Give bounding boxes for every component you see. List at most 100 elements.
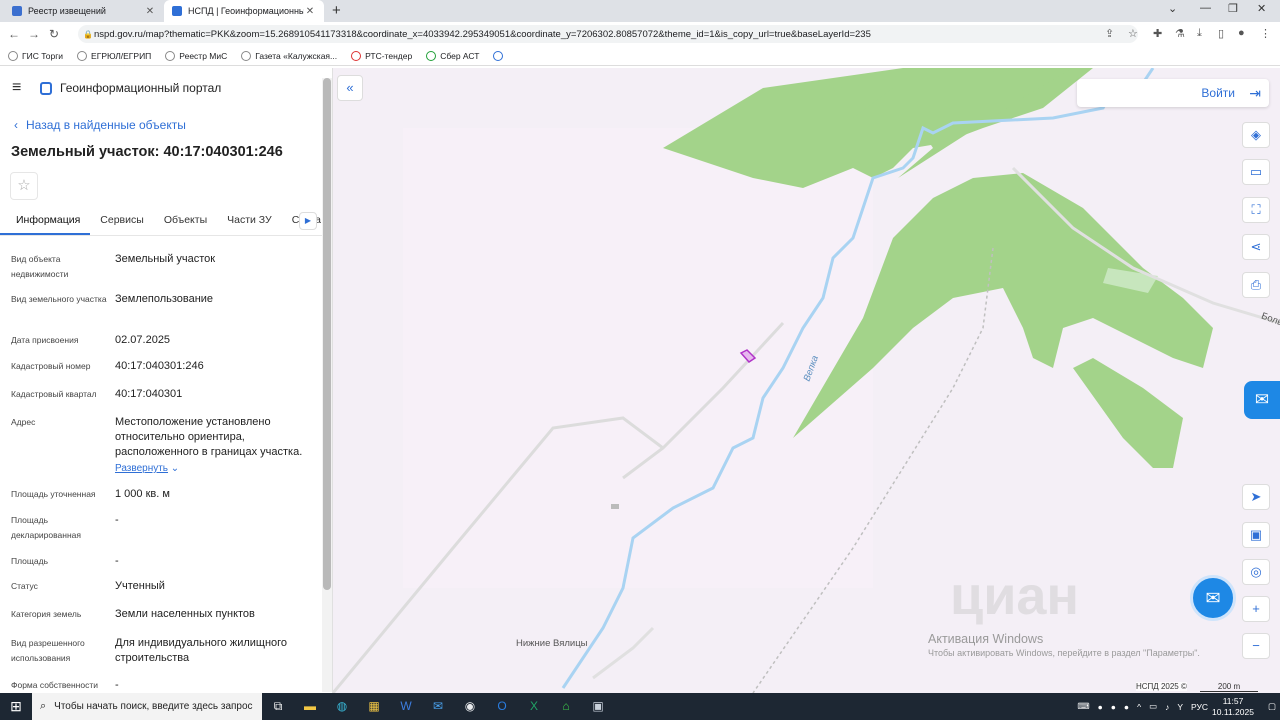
portal-title: Геоинформационный портал (60, 81, 222, 95)
bookmark-item[interactable]: ЕГРЮЛ/ЕГРИП (77, 50, 151, 61)
share-icon[interactable]: ⋖ (1242, 234, 1270, 260)
tray-app-icon[interactable]: ● (1111, 702, 1116, 712)
minimize-button[interactable]: — (1200, 2, 1211, 14)
bookmark-icon (165, 50, 176, 61)
yandex-icon[interactable]: Y (1177, 702, 1183, 712)
bookmarks-bar: ГИС Торги ЕГРЮЛ/ЕГРИП Реестр МиС Газета … (0, 46, 1280, 66)
show-hidden-icons[interactable]: ^ (1137, 702, 1141, 712)
notifications-icon[interactable]: ▢ (1268, 701, 1276, 712)
login-button[interactable]: Войти ⇥ (1077, 79, 1269, 107)
bookmark-icon (8, 50, 18, 61)
site-favicon-icon (12, 6, 22, 16)
browser-tab-active[interactable]: НСПД | Геоинформационный п ✕ (164, 0, 324, 22)
restore-button[interactable]: ❐ (1228, 2, 1238, 15)
panel-header: ≡ Геоинформационный портал (0, 68, 332, 108)
map-canvas[interactable]: Нижние Вялицы Вепка Боль (333, 68, 1280, 693)
tabs-scroll-right-icon[interactable]: ▶ (299, 212, 317, 230)
app-photo-icon[interactable]: ▣ (582, 693, 614, 720)
language-indicator[interactable]: РУС (1191, 702, 1208, 712)
tab-search-icon[interactable]: ⌄ (1168, 2, 1177, 15)
tray-app-icon[interactable]: ● (1098, 702, 1103, 712)
app-house-icon[interactable]: ⌂ (550, 693, 582, 720)
bookmark-item[interactable]: Газета «Калужская... (241, 50, 337, 61)
address-toolbar: ← → ↻ 🔒 nspd.gov.ru/map?thematic=PKK&zoo… (0, 22, 1280, 46)
chrome-icon[interactable]: ◉ (454, 693, 486, 720)
panel-scrollbar-thumb[interactable] (323, 78, 331, 590)
taskbar-search-input[interactable]: ⌕ Чтобы начать поиск, введите здесь запр… (32, 693, 262, 720)
outlook-icon[interactable]: O (486, 693, 518, 720)
site-favicon-icon (172, 6, 182, 16)
volume-icon[interactable]: ♪ (1165, 702, 1169, 712)
extension-icon[interactable]: ⚗ (1175, 27, 1185, 40)
close-tab-icon[interactable]: ✕ (304, 6, 316, 17)
keyboard-icon[interactable]: ⌨ (1077, 701, 1089, 712)
bookmark-item[interactable]: Сбер АСТ (426, 50, 479, 61)
tab-objects[interactable]: Объекты (154, 206, 217, 235)
tab-services[interactable]: Сервисы (90, 206, 154, 235)
edge-icon[interactable]: ◍ (326, 693, 358, 720)
portal-logo-icon (40, 81, 52, 95)
bookmark-icon (351, 50, 362, 61)
tray-app-icon[interactable]: ● (1124, 702, 1129, 712)
expand-address-link[interactable]: Развернуть ⌄ (115, 461, 315, 476)
building-icon (611, 504, 619, 509)
sidepanel-icon[interactable]: ▯ (1218, 27, 1224, 40)
chevron-left-icon: ‹ (14, 118, 18, 132)
hamburger-menu-icon[interactable]: ≡ (12, 79, 26, 97)
windows-start-icon[interactable]: ⊞ (0, 698, 32, 715)
search-location-icon[interactable]: ◎ (1242, 559, 1270, 585)
geolocation-icon[interactable]: ➤ (1242, 484, 1270, 510)
task-view-icon[interactable]: ⧉ (262, 693, 294, 720)
back-to-results-link[interactable]: ‹ Назад в найденные объекты (14, 118, 186, 132)
messages-button[interactable]: ✉ (1190, 575, 1236, 621)
page-title: Земельный участок: 40:17:040301:246 (11, 144, 283, 160)
windows-taskbar: ⊞ ⌕ Чтобы начать поиск, введите здесь за… (0, 693, 1280, 720)
network-icon[interactable]: ▭ (1149, 701, 1157, 712)
extensions-icon[interactable]: ✚ (1153, 27, 1162, 40)
word-icon[interactable]: W (390, 693, 422, 720)
file-explorer-icon[interactable]: ▬ (294, 693, 326, 720)
bookmark-icon (241, 50, 252, 61)
back-icon[interactable]: ← (4, 27, 24, 41)
bookmark-item[interactable]: Реестр МиС (165, 50, 227, 61)
windows-activation-watermark: Активация Windows Чтобы активировать Win… (928, 632, 1200, 658)
ruler-icon[interactable]: ▭ (1242, 159, 1270, 185)
select-area-icon[interactable]: ⛶ (1242, 197, 1270, 223)
print-icon[interactable]: ⎙ (1242, 272, 1270, 298)
mail-icon[interactable]: ✉ (422, 693, 454, 720)
lock-icon: 🔒 (83, 29, 93, 39)
new-tab-button[interactable]: + (332, 2, 341, 19)
tab-parts[interactable]: Части ЗУ (217, 206, 282, 235)
panel-tabs: Информация Сервисы Объекты Части ЗУ Сост… (0, 206, 322, 236)
close-tab-icon[interactable]: ✕ (144, 6, 156, 17)
minimap-icon[interactable]: ▣ (1242, 522, 1270, 548)
browser-tab[interactable]: Реестр извещений ✕ (4, 0, 164, 22)
excel-icon[interactable]: X (518, 693, 550, 720)
favorite-star-icon[interactable]: ☆ (10, 172, 38, 200)
bookmark-star-icon[interactable]: ☆ (1128, 27, 1138, 40)
reload-icon[interactable]: ↻ (44, 27, 64, 41)
map-area (403, 128, 873, 588)
collapse-panel-button[interactable]: « (337, 75, 363, 101)
zoom-out-button[interactable]: − (1242, 633, 1270, 659)
forward-icon[interactable]: → (24, 27, 44, 41)
bookmark-icon (426, 50, 437, 61)
chat-support-icon[interactable]: ✉ (1244, 381, 1280, 419)
bookmark-item[interactable]: РТС-тендер (351, 50, 412, 61)
road-line (592, 626, 655, 680)
tab-information[interactable]: Информация (0, 206, 91, 235)
bookmark-item[interactable] (493, 50, 507, 61)
profile-icon[interactable]: ● (1238, 27, 1245, 39)
store-icon[interactable]: ▦ (358, 693, 390, 720)
cian-watermark-logo: циан (950, 566, 1080, 626)
zoom-in-button[interactable]: + (1242, 596, 1270, 622)
url-field[interactable]: 🔒 nspd.gov.ru/map?thematic=PKK&zoom=15.2… (78, 25, 1138, 43)
share-icon[interactable]: ⇪ (1105, 27, 1114, 40)
close-window-button[interactable]: ✕ (1257, 2, 1266, 15)
bookmark-item[interactable]: ГИС Торги (8, 50, 63, 61)
download-icon[interactable]: ⤓ (1197, 27, 1202, 40)
layers-icon[interactable]: ◈ (1242, 122, 1270, 148)
menu-icon[interactable]: ⋮ (1260, 27, 1271, 40)
taskbar-clock[interactable]: 11:57 10.11.2025 (1212, 696, 1254, 718)
map-copyright: НСПД 2025 © (1136, 682, 1187, 691)
